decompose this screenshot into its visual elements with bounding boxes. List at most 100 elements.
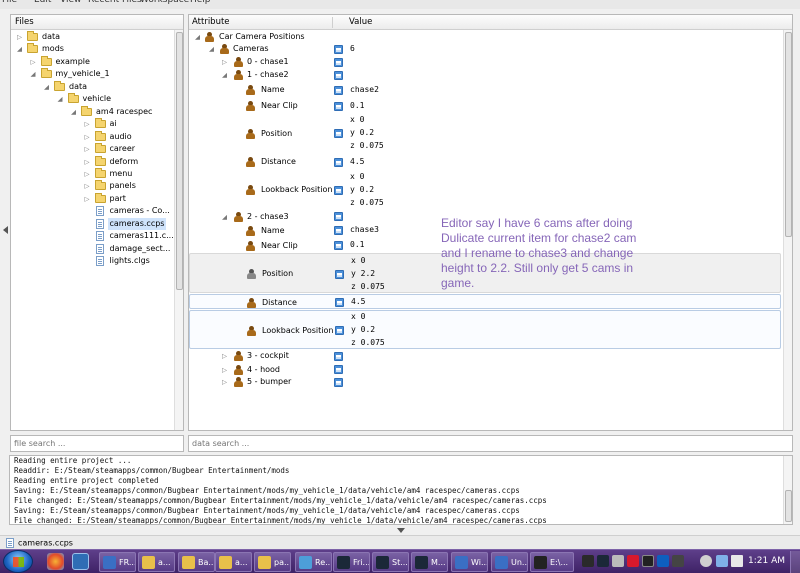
expand-arrow-icon[interactable]: ▷ bbox=[84, 131, 91, 143]
edit-icon[interactable] bbox=[334, 101, 343, 111]
action-center-icon[interactable] bbox=[700, 555, 712, 567]
tray-misc-icon[interactable] bbox=[612, 555, 624, 567]
data-search-input[interactable] bbox=[192, 439, 789, 448]
attribute-value[interactable]: z 0.075 bbox=[351, 281, 385, 293]
attribute-value[interactable]: y 2.2 bbox=[351, 268, 375, 280]
expand-arrow-icon[interactable]: ▷ bbox=[16, 31, 23, 43]
taskbar-button[interactable]: FR... bbox=[99, 552, 136, 572]
attribute-row[interactable]: Lookback Position x 0y 0.2 z 0.075 bbox=[189, 170, 781, 210]
taskbar-button[interactable]: Un... bbox=[491, 552, 528, 572]
attribute-row[interactable]: ◢ 1 - chase2 bbox=[189, 69, 781, 81]
menu-recent-files[interactable]: Recent Files bbox=[88, 0, 142, 5]
taskbar-button[interactable]: Fri... bbox=[333, 552, 370, 572]
edit-icon[interactable] bbox=[334, 185, 343, 195]
attribute-value[interactable]: chase3 bbox=[350, 224, 379, 236]
attribute-value[interactable]: x 0 bbox=[350, 171, 364, 183]
files-scrollbar-thumb[interactable] bbox=[176, 32, 183, 290]
edit-icon[interactable] bbox=[335, 326, 344, 335]
attribute-row[interactable]: ▷ 3 - cockpit bbox=[189, 350, 781, 362]
attribute-value[interactable]: z 0.075 bbox=[350, 140, 384, 152]
attribute-value[interactable]: x 0 bbox=[350, 114, 364, 126]
taskbar-button[interactable]: Wi... bbox=[451, 552, 488, 572]
taskbar-button[interactable]: a... bbox=[138, 552, 175, 572]
edit-icon[interactable] bbox=[334, 129, 343, 138]
attribute-row[interactable]: Position x 0y 0.2 z 0.075 bbox=[189, 114, 781, 153]
edit-icon[interactable] bbox=[335, 298, 344, 307]
collapse-arrow-icon[interactable]: ◢ bbox=[194, 31, 201, 43]
volume-icon[interactable] bbox=[731, 555, 743, 567]
collapse-down-arrow-icon[interactable] bbox=[397, 528, 405, 533]
collapse-left-arrow-icon[interactable] bbox=[3, 226, 8, 234]
expand-arrow-icon[interactable]: ▷ bbox=[84, 180, 91, 192]
collapse-arrow-icon[interactable]: ◢ bbox=[43, 81, 50, 93]
edit-icon[interactable] bbox=[334, 85, 343, 95]
taskbar-button[interactable]: M... bbox=[411, 552, 448, 572]
edit-icon[interactable] bbox=[335, 269, 344, 279]
attribute-value[interactable]: 0.1 bbox=[350, 239, 364, 251]
expand-arrow-icon[interactable]: ▷ bbox=[84, 168, 91, 180]
attribute-value[interactable]: chase2 bbox=[350, 84, 379, 96]
attribute-value[interactable]: 0.1 bbox=[350, 100, 364, 112]
start-button[interactable] bbox=[3, 550, 33, 573]
steam-tray-icon[interactable] bbox=[597, 555, 609, 567]
attribute-row[interactable]: Distance 4.5 bbox=[189, 154, 781, 170]
attribute-value[interactable]: z 0.075 bbox=[350, 197, 384, 209]
log-scrollbar[interactable] bbox=[783, 456, 792, 524]
menu-workspace[interactable]: Workspace bbox=[140, 0, 189, 5]
taskbar-button[interactable]: a... bbox=[215, 552, 252, 572]
attribute-value[interactable]: 4.5 bbox=[351, 296, 365, 308]
collapse-arrow-icon[interactable]: ◢ bbox=[16, 43, 23, 55]
expand-arrow-icon[interactable]: ▷ bbox=[84, 156, 91, 168]
antivirus-tray-icon[interactable] bbox=[627, 555, 639, 567]
edit-icon[interactable] bbox=[334, 377, 343, 387]
clock[interactable]: 1:21 AM bbox=[748, 556, 785, 566]
edit-icon[interactable] bbox=[334, 351, 343, 361]
attribute-value[interactable]: y 0.2 bbox=[350, 184, 374, 196]
collapse-arrow-icon[interactable]: ◢ bbox=[221, 69, 228, 81]
attribute-scrollbar-thumb[interactable] bbox=[785, 32, 792, 237]
edit-icon[interactable] bbox=[334, 365, 343, 374]
taskbar-button[interactable]: Re... bbox=[295, 552, 332, 572]
collapse-arrow-icon[interactable]: ◢ bbox=[221, 211, 228, 223]
expand-arrow-icon[interactable]: ▷ bbox=[84, 193, 91, 205]
show-desktop-button[interactable] bbox=[790, 551, 800, 573]
log-scrollbar-thumb[interactable] bbox=[785, 490, 792, 522]
attribute-value[interactable]: x 0 bbox=[351, 255, 365, 267]
collapse-arrow-icon[interactable]: ◢ bbox=[208, 43, 215, 55]
attribute-row[interactable]: ◢ Car Camera Positions bbox=[189, 31, 781, 43]
attribute-row[interactable]: ▷ 5 - bumper bbox=[189, 376, 781, 388]
menu-file[interactable]: File bbox=[2, 0, 17, 5]
attribute-value[interactable]: 6 bbox=[350, 43, 355, 55]
taskbar-button[interactable]: Ba... bbox=[178, 552, 215, 572]
network-tray-icon[interactable] bbox=[657, 555, 669, 567]
attribute-value[interactable]: 4.5 bbox=[350, 156, 364, 168]
value-column-header[interactable]: Value bbox=[349, 17, 372, 27]
expand-arrow-icon[interactable]: ▷ bbox=[84, 118, 91, 130]
edit-icon[interactable] bbox=[334, 70, 343, 80]
taskbar-button[interactable]: St... bbox=[372, 552, 409, 572]
attribute-scrollbar[interactable] bbox=[783, 30, 792, 430]
attribute-value[interactable]: y 0.2 bbox=[350, 127, 374, 139]
collapse-arrow-icon[interactable]: ◢ bbox=[57, 93, 64, 105]
media-player-icon[interactable] bbox=[72, 553, 89, 570]
edit-icon[interactable] bbox=[334, 226, 343, 235]
data-search-field[interactable] bbox=[188, 435, 793, 452]
file-search-input[interactable] bbox=[14, 439, 180, 448]
expand-arrow-icon[interactable]: ▷ bbox=[221, 364, 228, 376]
attribute-value[interactable]: x 0 bbox=[351, 311, 365, 323]
file-search-field[interactable] bbox=[10, 435, 184, 452]
monitor-tray-icon[interactable] bbox=[642, 555, 654, 567]
expand-arrow-icon[interactable]: ▷ bbox=[221, 376, 228, 388]
attribute-row[interactable]: Name chase2 bbox=[189, 82, 781, 98]
edit-icon[interactable] bbox=[334, 57, 343, 67]
collapse-arrow-icon[interactable]: ◢ bbox=[30, 68, 37, 80]
edit-icon[interactable] bbox=[334, 157, 343, 167]
attribute-row[interactable]: Lookback Position x 0y 0.2 z 0.075 bbox=[189, 310, 781, 349]
expand-arrow-icon[interactable]: ▷ bbox=[221, 350, 228, 362]
menu-help[interactable]: Help bbox=[190, 0, 211, 5]
collapse-arrow-icon[interactable]: ◢ bbox=[70, 106, 77, 118]
menu-view[interactable]: View bbox=[60, 0, 81, 5]
attribute-value[interactable]: z 0.075 bbox=[351, 337, 385, 349]
attribute-row[interactable]: Distance 4.5 bbox=[189, 294, 781, 309]
tray-device-icon[interactable] bbox=[672, 555, 684, 567]
